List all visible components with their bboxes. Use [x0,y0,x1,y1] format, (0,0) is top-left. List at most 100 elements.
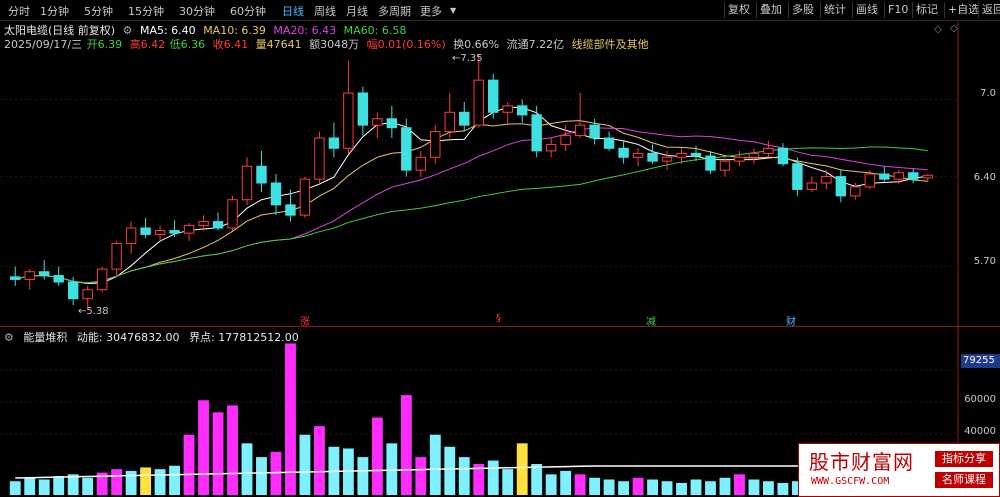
candle-body [10,276,21,280]
candle-body [82,289,93,300]
candles [10,54,933,308]
candle-body [792,163,803,190]
volume-bar [632,477,644,495]
turnover-value: 换0.66% [453,38,500,51]
volume-bar [502,469,514,495]
volume-bar [371,417,383,495]
candle-body [314,137,325,180]
vol-label-40000: 40000 [964,426,996,437]
candle-body [777,147,789,165]
watermark-tag-courses: 名师课程 [935,472,993,488]
volume-bar [429,434,441,495]
candle-body [864,173,876,188]
watermark-tag-indicators: 指标分享 [935,451,993,467]
candle-body [386,118,398,129]
volume-bar [357,457,369,495]
panel-divider [0,326,1000,327]
indicator-name[interactable]: 能量堆积 [23,331,67,344]
volume-bar [9,481,21,495]
low-value: 低6.36 [169,38,206,51]
volume-bar [183,434,195,495]
candle-body [560,134,571,145]
volume-bar [154,469,166,495]
candle-body [430,131,441,158]
high-annotation: ←7.35 [452,53,483,64]
price-label-570: 5.70 [973,256,996,267]
volume-bar [53,476,65,495]
candle-body [357,92,369,126]
volume-bar [487,460,499,495]
volume-bar [415,457,427,495]
volume-bar [256,457,267,495]
candle-body [618,147,629,158]
candle-body [545,143,557,152]
momentum-value: 动能: 30476832.00 [76,331,180,344]
volume-bar [618,481,630,495]
volume-panel-header: ⚙ 能量堆积 动能: 30476832.00 界点: 177812512.00 [4,329,305,345]
watermark-site-name: 股市财富网 [809,450,914,474]
candle-body [908,172,919,180]
volume-bar [386,443,398,495]
candle-body [661,156,673,162]
candle-body [415,156,427,171]
candle-body [502,105,513,113]
price-label-640: 6.40 [973,172,996,183]
volume-bar [690,479,702,495]
volume-bar [24,477,36,495]
candle-body [531,114,542,152]
volume-bar [125,470,137,495]
volume-bar [705,481,716,495]
volume-value: 量47641 [255,38,302,51]
volume-bar [444,446,456,495]
volume-bar [661,481,673,495]
volume-bar [241,443,253,495]
change-value: 幅0.01(0.16%) [366,38,446,51]
candle-body [198,221,209,226]
candle-body [632,152,644,158]
candle-body [285,204,296,216]
sector-link[interactable]: 线缆部件及其他 [572,38,649,51]
volume-bar [748,479,760,495]
volume-bar [603,479,615,495]
candle-body [748,152,760,158]
amount-value: 额3048万 [309,38,360,51]
volume-bar [531,464,543,495]
volume-bar [400,395,412,495]
kline-chart[interactable] [0,0,1000,497]
current-volume-tag: 79255 [961,354,1000,368]
candle-body [821,176,832,184]
volume-bar [169,465,181,495]
ma-lines [15,106,928,285]
candle-body [343,92,354,149]
candle-body [922,174,933,179]
candle-body [183,224,195,234]
candle-body [256,165,267,184]
candle-body [676,152,687,158]
diamond-icon[interactable]: ◇ [934,24,942,35]
volume-bar [676,482,687,495]
volume-bar [212,412,224,495]
indicator-settings-icon[interactable]: ⚙ [4,331,14,344]
volume-bar [545,474,557,495]
candle-body [459,111,470,126]
price-axis: 7.0 6.40 5.70 [958,0,1000,326]
volume-bar [313,426,325,495]
candle-body [763,147,774,154]
candle-body [372,118,383,126]
event-marker-section[interactable]: § [496,313,501,324]
candle-body [647,152,658,162]
ma-line [15,120,928,284]
collapse-icon[interactable]: ◇ [950,23,958,34]
candle-body [719,160,731,171]
volume-bar [777,482,789,495]
watermark-url: WWW.GSCFW.COM [811,476,890,487]
volume-bar [299,434,311,495]
candle-body [328,137,340,149]
candle-body [705,155,716,171]
volume-bars [9,343,919,495]
volume-bar [647,479,658,495]
volume-bar [560,470,572,495]
candle-body [125,227,137,244]
ma-line [15,146,928,284]
candle-body [473,79,484,126]
